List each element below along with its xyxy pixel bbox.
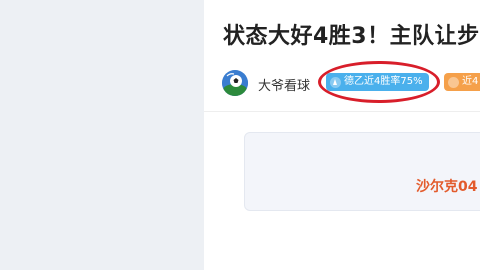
divider <box>204 111 480 112</box>
star-icon <box>448 76 459 88</box>
left-gutter <box>0 0 204 270</box>
author-avatar[interactable] <box>222 70 248 96</box>
soccer-ball-icon <box>222 70 248 96</box>
page: 状态大好4胜3！主队让步 大爷看球 德乙近4胜率75% 近4 沙尔克04 <box>0 0 480 270</box>
match-info-box[interactable] <box>244 132 480 211</box>
author-name[interactable]: 大爷看球 <box>258 75 310 94</box>
article-title[interactable]: 状态大好4胜3！主队让步 <box>223 18 480 50</box>
team-name[interactable]: 沙尔克04 <box>416 176 477 196</box>
recent-badge[interactable]: 近4 <box>444 73 480 91</box>
red-circle-annotation <box>318 61 440 103</box>
recent-badge-label: 近4 <box>462 76 479 87</box>
